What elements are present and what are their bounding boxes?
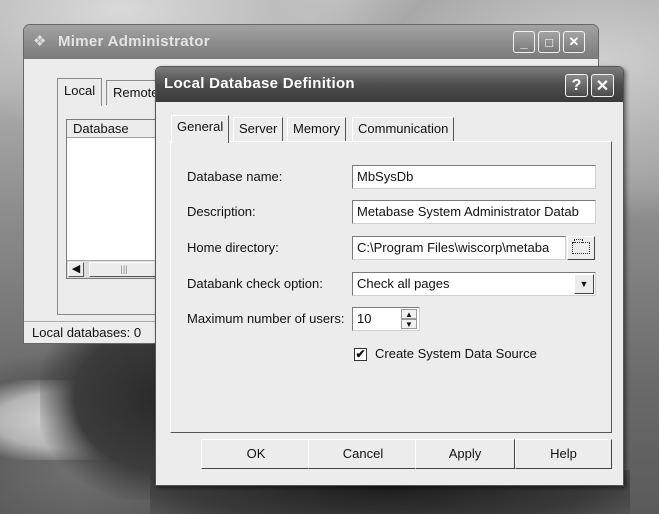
tab-general[interactable]: General <box>171 115 230 143</box>
scroll-thumb[interactable]: ||| <box>89 262 159 277</box>
tab-server[interactable]: Server <box>233 117 284 141</box>
create-dsn-label[interactable]: Create System Data Source <box>375 346 537 361</box>
tab-memory[interactable]: Memory <box>287 117 346 141</box>
tab-local[interactable]: Local <box>57 78 103 106</box>
dialog-close-button[interactable]: ✕ <box>591 74 614 97</box>
browse-button[interactable] <box>567 236 595 260</box>
spin-down-icon[interactable]: ▼ <box>401 319 417 329</box>
chevron-down-icon[interactable]: ▼ <box>574 274 594 294</box>
help-button[interactable]: Help <box>515 439 612 469</box>
description-field[interactable]: Metabase System Administrator Datab <box>352 200 596 224</box>
apply-button[interactable]: Apply <box>415 439 515 469</box>
general-tab-panel: Database name: MbSysDb Description: Meta… <box>170 141 612 433</box>
back-window-title: Mimer Administrator <box>58 33 210 50</box>
home-directory-field[interactable]: C:\Program Files\wiscorp\metaba <box>352 236 566 260</box>
ok-button[interactable]: OK <box>201 439 311 469</box>
local-database-definition-dialog: Local Database Definition ? ✕ General Se… <box>155 66 624 486</box>
back-window-titlebar[interactable]: ❖ Mimer Administrator _ □ ✕ <box>24 25 598 59</box>
spin-up-icon[interactable]: ▲ <box>401 309 417 319</box>
minimize-button[interactable]: _ <box>513 31 535 53</box>
folder-icon <box>572 239 590 254</box>
home-directory-label: Home directory: <box>187 240 279 255</box>
max-users-label: Maximum number of users: <box>187 311 345 326</box>
dialog-titlebar[interactable]: Local Database Definition ? ✕ <box>156 67 623 102</box>
dialog-title: Local Database Definition <box>164 75 355 92</box>
mimer-app-icon: ❖ <box>33 33 47 50</box>
cancel-button[interactable]: Cancel <box>308 439 418 469</box>
maximize-button[interactable]: □ <box>538 31 560 53</box>
tab-communication[interactable]: Communication <box>352 117 455 141</box>
description-label: Description: <box>187 204 256 219</box>
help-icon[interactable]: ? <box>565 74 588 97</box>
max-users-stepper[interactable]: 10 ▲ ▼ <box>352 307 420 331</box>
databank-check-label: Databank check option: <box>187 276 323 291</box>
create-dsn-checkbox[interactable]: ✔ <box>354 348 367 361</box>
scroll-left-icon[interactable]: ◀ <box>68 262 84 277</box>
max-users-value: 10 <box>357 311 372 326</box>
database-name-field[interactable]: MbSysDb <box>352 165 596 189</box>
back-close-button[interactable]: ✕ <box>563 31 585 53</box>
spinner[interactable]: ▲ ▼ <box>401 309 417 329</box>
databank-check-value: Check all pages <box>357 276 450 291</box>
database-name-label: Database name: <box>187 169 283 184</box>
databank-check-select[interactable]: Check all pages ▼ <box>352 272 596 296</box>
